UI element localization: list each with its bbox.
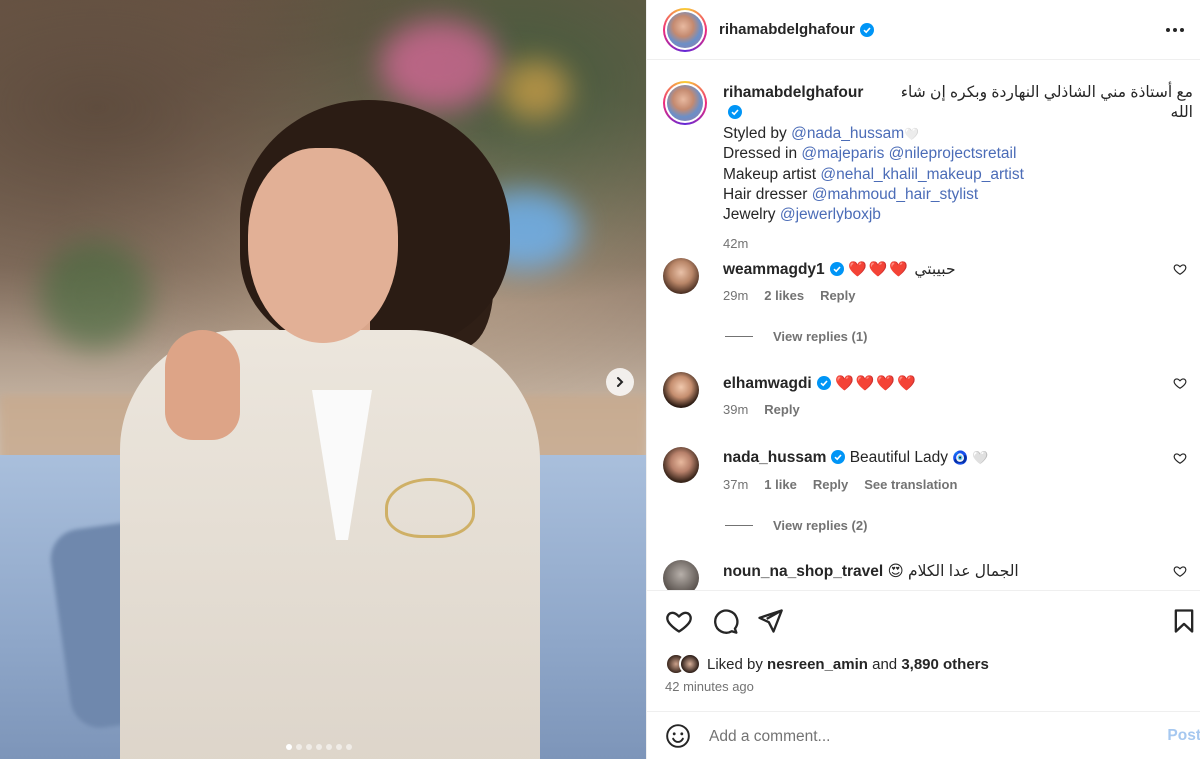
verified-badge-icon (816, 376, 831, 390)
like-comment-heart-icon[interactable] (1173, 451, 1187, 465)
like-comment-heart-icon[interactable] (1173, 564, 1187, 578)
white-heart-emoji: 🤍 (904, 126, 920, 141)
post-timestamp[interactable]: 42 minutes ago (665, 679, 754, 694)
commenter-avatar[interactable] (663, 372, 699, 408)
carousel-indicator (286, 744, 352, 750)
carousel-dot (286, 744, 292, 750)
comment-hearts: ❤️❤️❤️❤️ (835, 375, 918, 392)
post-side-panel: rihamabdelghafour rihamabdelghafour مع أ… (646, 0, 1200, 759)
more-options-button[interactable] (1163, 18, 1187, 42)
makeup-label: Makeup artist (723, 165, 817, 183)
author-username[interactable]: rihamabdelghafour (719, 21, 855, 38)
commenter-avatar[interactable] (663, 447, 699, 483)
post-photo[interactable] (0, 0, 646, 759)
liked-by-and: and (872, 655, 898, 673)
view-replies-label: View replies (2) (773, 518, 868, 533)
caption-time[interactable]: 42m (723, 236, 748, 251)
comment-hearts: ❤️❤️❤️ (847, 261, 911, 278)
chevron-right-icon (617, 377, 624, 387)
instagram-post-modal: rihamabdelghafour rihamabdelghafour مع أ… (0, 0, 1200, 759)
comments-scroll-area[interactable]: rihamabdelghafour مع أستاذة مني الشاذلي … (647, 61, 1200, 590)
liked-by-summary: Liked by nesreen_amin and 3,890 others (665, 653, 989, 675)
styled-by-label: Styled by (723, 124, 787, 142)
post-header: rihamabdelghafour (647, 0, 1200, 60)
verified-badge-icon (728, 105, 742, 120)
liker-avatar (679, 653, 701, 675)
caption-author-avatar[interactable] (663, 81, 707, 125)
carousel-dot (346, 744, 352, 750)
liked-by-user[interactable]: nesreen_amin (767, 656, 868, 673)
like-comment-heart-icon[interactable] (1173, 376, 1187, 390)
commenter-avatar[interactable] (663, 560, 699, 590)
next-photo-button[interactable] (606, 368, 634, 396)
commenter-username[interactable]: nada_hussam (723, 449, 826, 466)
comment-bubble-icon[interactable] (711, 607, 739, 635)
view-replies-button[interactable]: View replies (2) (725, 518, 867, 533)
comment-time[interactable]: 39m (723, 402, 748, 417)
like-comment-heart-icon[interactable] (1173, 262, 1187, 276)
carousel-dot (316, 744, 322, 750)
comment-time[interactable]: 29m (723, 288, 748, 303)
comment-emoji: 😍 (887, 563, 904, 580)
dressed-in-handle-2[interactable]: @nileprojectsretail (889, 145, 1017, 162)
liked-by-prefix: Liked by (707, 655, 763, 673)
dressed-in-handle-1[interactable]: @majeparis (801, 145, 884, 162)
comment-likes[interactable]: 1 like (764, 477, 797, 492)
comment-time[interactable]: 37m (723, 477, 748, 492)
reply-button[interactable]: Reply (820, 288, 855, 303)
share-paper-plane-icon[interactable] (756, 607, 784, 635)
jewelry-label: Jewelry (723, 206, 776, 224)
commenter-username[interactable]: weammagdy1 (723, 261, 825, 278)
author-avatar[interactable] (663, 7, 707, 52)
dressed-in-label: Dressed in (723, 145, 798, 163)
hair-label: Hair dresser (723, 186, 808, 204)
see-translation-button[interactable]: See translation (864, 477, 957, 492)
comment-text: Beautiful Lady (849, 449, 948, 466)
verified-badge-icon (829, 262, 844, 276)
commenter-username[interactable]: elhamwagdi (723, 375, 812, 392)
post-actions: Liked by nesreen_amin and 3,890 others 4… (647, 590, 1200, 759)
styled-by-handle[interactable]: @nada_hussam (791, 125, 904, 142)
emoji-picker-icon[interactable] (665, 723, 691, 749)
carousel-dot (336, 744, 342, 750)
caption-username[interactable]: rihamabdelghafour (723, 84, 863, 101)
reply-button[interactable]: Reply (764, 402, 799, 417)
carousel-dot (326, 744, 332, 750)
more-horizontal-icon (1166, 28, 1170, 32)
caption-arabic-text: مع أستاذة مني الشاذلي النهاردة وبكره إن … (900, 84, 1193, 122)
comment-input[interactable] (709, 722, 1129, 752)
liked-by-others[interactable]: 3,890 others (901, 656, 989, 673)
hair-handle[interactable]: @mahmoud_hair_stylist (812, 186, 979, 203)
save-bookmark-icon[interactable] (1170, 607, 1198, 635)
carousel-dot (296, 744, 302, 750)
verified-badge-icon (859, 22, 874, 37)
view-replies-label: View replies (1) (773, 329, 868, 344)
comment-text: حبيبتي (914, 261, 956, 278)
verified-badge-icon (831, 450, 846, 464)
carousel-dot (306, 744, 312, 750)
post-comment-button[interactable]: Post (1167, 727, 1200, 745)
like-heart-icon[interactable] (665, 607, 693, 635)
comment-text: الجمال عدا الكلام (908, 563, 1019, 580)
commenter-avatar[interactable] (663, 258, 699, 294)
commenter-username[interactable]: noun_na_shop_travel (723, 563, 883, 580)
reply-button[interactable]: Reply (813, 477, 848, 492)
view-replies-button[interactable]: View replies (1) (725, 329, 867, 344)
comment-likes[interactable]: 2 likes (764, 288, 804, 303)
makeup-handle[interactable]: @nehal_khalil_makeup_artist (820, 166, 1024, 183)
comment-emoji: 🧿 🤍 (952, 450, 989, 465)
jewelry-handle[interactable]: @jewerlyboxjb (780, 206, 881, 223)
add-comment-bar: Post (647, 711, 1200, 759)
